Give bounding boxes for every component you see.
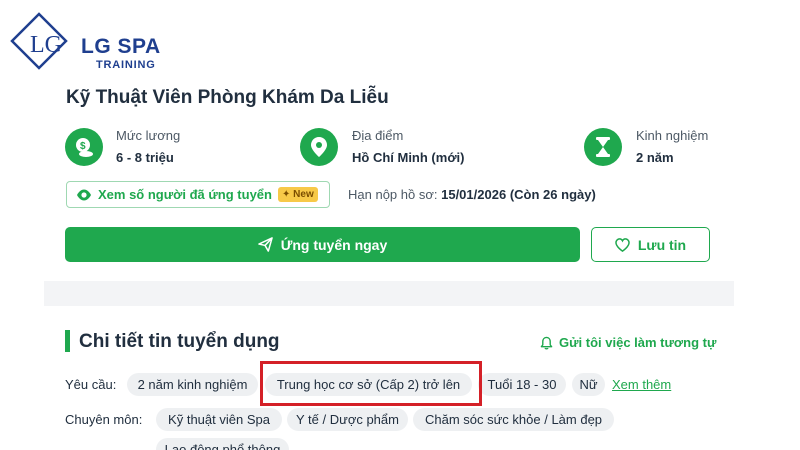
experience-label: Kinh nghiệm xyxy=(636,128,709,143)
svg-text:$: $ xyxy=(80,141,86,152)
requirement-chip-gender[interactable]: Nữ xyxy=(572,373,605,396)
logo-mark-icon: LG xyxy=(10,12,68,70)
requirement-chip-age[interactable]: Tuổi 18 - 30 xyxy=(478,373,566,396)
specialty-chip-beauty[interactable]: Chăm sóc sức khỏe / Làm đẹp xyxy=(413,408,614,431)
brand-logo[interactable]: LG LG SPA TRAINING xyxy=(10,12,170,74)
apply-now-label: Ứng tuyển ngay xyxy=(280,236,388,253)
see-more-link[interactable]: Xem thêm xyxy=(612,377,671,392)
location-pin-icon xyxy=(300,128,338,166)
notify-similar-jobs-label: Gửi tôi việc làm tương tự xyxy=(559,335,717,350)
specialty-chip-spa[interactable]: Kỹ thuật viên Spa xyxy=(156,408,282,431)
requirements-label: Yêu cầu: xyxy=(65,377,117,392)
section-title: Chi tiết tin tuyển dụng xyxy=(79,331,280,352)
send-icon xyxy=(257,237,273,252)
specialty-label: Chuyên môn: xyxy=(65,412,143,427)
salary-label: Mức lương xyxy=(116,128,181,143)
view-applicants-button[interactable]: Xem số người đã ứng tuyển ✦ New xyxy=(66,181,330,208)
svg-text:LG: LG xyxy=(30,32,62,58)
salary-value: 6 - 8 triệu xyxy=(116,150,174,165)
view-applicants-label: Xem số người đã ứng tuyển xyxy=(98,187,272,202)
job-title: Kỹ Thuật Viên Phòng Khám Da Liễu xyxy=(66,87,389,108)
specialty-chip-labor[interactable]: Lao động phổ thông xyxy=(156,438,289,450)
money-icon: $ xyxy=(65,128,103,166)
location-label: Địa điểm xyxy=(352,128,404,143)
specialty-chip-healthcare[interactable]: Y tế / Dược phẩm xyxy=(287,408,408,431)
deadline-text: Hạn nộp hồ sơ: 15/01/2026 (Còn 26 ngày) xyxy=(348,187,596,202)
bell-icon xyxy=(540,336,553,349)
heart-icon xyxy=(615,237,630,252)
experience-value: 2 năm xyxy=(636,150,674,165)
brand-name: LG SPA xyxy=(81,35,161,58)
eye-icon xyxy=(77,189,91,200)
section-accent-bar xyxy=(65,330,70,352)
apply-now-button[interactable]: Ứng tuyển ngay xyxy=(65,227,580,262)
requirement-chip-experience[interactable]: 2 năm kinh nghiệm xyxy=(127,373,258,396)
notify-similar-jobs-link[interactable]: Gửi tôi việc làm tương tự xyxy=(540,335,716,350)
hourglass-icon xyxy=(584,128,622,166)
brand-tagline: TRAINING xyxy=(96,59,156,71)
save-job-label: Lưu tin xyxy=(637,236,687,253)
highlight-box xyxy=(260,361,482,406)
save-job-button[interactable]: Lưu tin xyxy=(591,227,710,262)
new-badge: ✦ New xyxy=(277,187,318,202)
location-value: Hồ Chí Minh (mới) xyxy=(352,150,465,165)
